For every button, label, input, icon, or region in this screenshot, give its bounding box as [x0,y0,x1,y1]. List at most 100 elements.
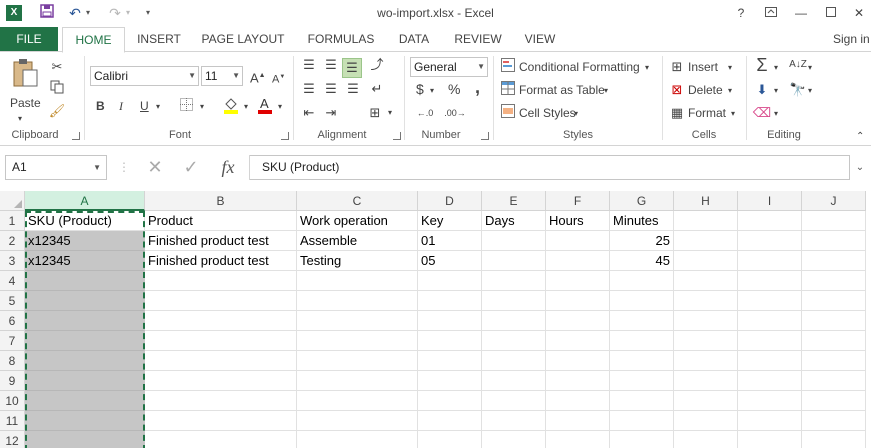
ribbon-display-icon[interactable] [760,4,782,22]
cell-j7[interactable] [802,331,866,351]
percent-button[interactable]: % [448,80,460,98]
underline-dropdown-icon[interactable]: ▾ [156,98,160,116]
conditional-formatting-icon[interactable] [499,58,517,77]
row-header-1[interactable]: 1 [0,211,25,231]
alignment-launcher-icon[interactable] [393,132,401,140]
cell-h3[interactable] [674,251,738,271]
cell-d8[interactable] [418,351,482,371]
cell-b1[interactable]: Product [145,211,297,231]
comma-button[interactable]: , [475,78,480,96]
sign-in-link[interactable]: Sign in [833,27,871,52]
tab-page-layout[interactable]: PAGE LAYOUT [196,27,290,52]
cell-j5[interactable] [802,291,866,311]
cell-a6[interactable] [25,311,145,331]
cell-j3[interactable] [802,251,866,271]
row-header-10[interactable]: 10 [0,391,25,411]
cell-f9[interactable] [546,371,610,391]
cell-a8[interactable] [25,351,145,371]
cell-e8[interactable] [482,351,546,371]
cell-c1[interactable]: Work operation [297,211,418,231]
cell-a10[interactable] [25,391,145,411]
cell-i4[interactable] [738,271,802,291]
paste-icon[interactable] [10,58,40,88]
font-color-icon[interactable]: A [256,96,274,119]
cell-b4[interactable] [145,271,297,291]
confirm-entry-icon[interactable]: ✓ [180,155,202,180]
cell-c3[interactable]: Testing [297,251,418,271]
cell-b11[interactable] [145,411,297,431]
paste-button[interactable]: Paste [10,94,41,112]
increase-indent-icon[interactable]: ⇥ [322,104,340,122]
orientation-icon[interactable]: ⤴ [368,56,386,74]
decrease-indent-icon[interactable]: ⇤ [300,104,318,122]
currency-dropdown-icon[interactable]: ▾ [430,82,434,100]
find-select-icon[interactable]: 🔭 [788,81,808,99]
format-painter-icon[interactable]: 🖌 [48,102,66,120]
column-header-b[interactable]: B [145,191,297,211]
cell-d2[interactable]: 01 [418,231,482,251]
fill-color-dropdown-icon[interactable]: ▾ [244,98,248,116]
column-header-a[interactable]: A [25,191,145,211]
find-select-dropdown-icon[interactable]: ▾ [808,82,812,100]
cell-g10[interactable] [610,391,674,411]
cell-d10[interactable] [418,391,482,411]
cell-d7[interactable] [418,331,482,351]
fill-color-icon[interactable] [222,96,240,119]
tab-home[interactable]: HOME [62,27,125,53]
decrease-decimal-icon[interactable]: .00→ [444,104,466,122]
cell-i11[interactable] [738,411,802,431]
cell-j12[interactable] [802,431,866,448]
merge-dropdown-icon[interactable]: ▾ [388,104,392,122]
cell-c11[interactable] [297,411,418,431]
cell-h6[interactable] [674,311,738,331]
cell-i1[interactable] [738,211,802,231]
grow-font-button[interactable]: A▲ [250,67,266,87]
cell-b8[interactable] [145,351,297,371]
cell-i5[interactable] [738,291,802,311]
cell-d12[interactable] [418,431,482,448]
cell-g4[interactable] [610,271,674,291]
column-header-e[interactable]: E [482,191,546,211]
fill-icon[interactable]: ⬇ [752,81,772,99]
expand-formula-bar-icon[interactable]: ⌄ [852,155,868,180]
row-header-5[interactable]: 5 [0,291,25,311]
cell-h7[interactable] [674,331,738,351]
cell-d6[interactable] [418,311,482,331]
currency-button[interactable]: $ [416,80,424,98]
cell-b9[interactable] [145,371,297,391]
format-as-table-dropdown-icon[interactable]: ▾ [604,82,608,100]
cell-f7[interactable] [546,331,610,351]
cell-e5[interactable] [482,291,546,311]
align-center-icon[interactable]: ☰ [322,80,340,98]
tab-review[interactable]: REVIEW [446,27,510,52]
format-cells-dropdown-icon[interactable]: ▾ [731,105,735,123]
cell-a3[interactable]: x12345 [25,251,145,271]
cell-h10[interactable] [674,391,738,411]
cell-h9[interactable] [674,371,738,391]
cell-j6[interactable] [802,311,866,331]
font-size-combo[interactable]: 11 ▼ [201,66,243,86]
minimize-icon[interactable]: — [790,4,812,22]
merge-center-icon[interactable]: ⊞ [366,104,384,122]
cell-g7[interactable] [610,331,674,351]
cell-b5[interactable] [145,291,297,311]
row-header-2[interactable]: 2 [0,231,25,251]
cell-d11[interactable] [418,411,482,431]
close-icon[interactable]: ✕ [848,4,870,22]
increase-decimal-icon[interactable]: ←.0 [414,104,436,122]
number-launcher-icon[interactable] [481,132,489,140]
cell-c12[interactable] [297,431,418,448]
cell-f10[interactable] [546,391,610,411]
delete-cells-button[interactable]: Delete [688,81,723,99]
sort-filter-icon[interactable]: A↓Z [788,56,808,74]
cell-a11[interactable] [25,411,145,431]
cell-h1[interactable] [674,211,738,231]
select-all-button[interactable] [0,191,25,211]
row-header-9[interactable]: 9 [0,371,25,391]
cell-c10[interactable] [297,391,418,411]
cell-i7[interactable] [738,331,802,351]
cell-c8[interactable] [297,351,418,371]
cell-h2[interactable] [674,231,738,251]
cell-i12[interactable] [738,431,802,448]
cell-a9[interactable] [25,371,145,391]
